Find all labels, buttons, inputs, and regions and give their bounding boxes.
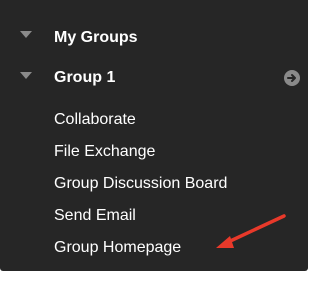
group-1-label: Group 1 [54, 69, 116, 86]
collaborate-link[interactable]: Collaborate [54, 110, 136, 130]
group-discussion-board-link[interactable]: Group Discussion Board [54, 174, 227, 194]
groups-menu-panel: My Groups Group 1 Collaborate File Excha… [0, 0, 308, 271]
group-homepage-link[interactable]: Group Homepage [54, 238, 181, 258]
group-1-header[interactable]: Group 1 [0, 60, 308, 94]
file-exchange-link[interactable]: File Exchange [54, 142, 155, 162]
my-groups-label: My Groups [54, 29, 138, 46]
send-email-link[interactable]: Send Email [54, 206, 136, 226]
annotation-arrow [216, 214, 286, 248]
triangle-down-icon[interactable] [20, 72, 32, 79]
my-groups-header[interactable]: My Groups [0, 21, 308, 55]
triangle-down-icon[interactable] [20, 31, 32, 38]
circle-arrow-right-icon[interactable] [284, 70, 300, 86]
